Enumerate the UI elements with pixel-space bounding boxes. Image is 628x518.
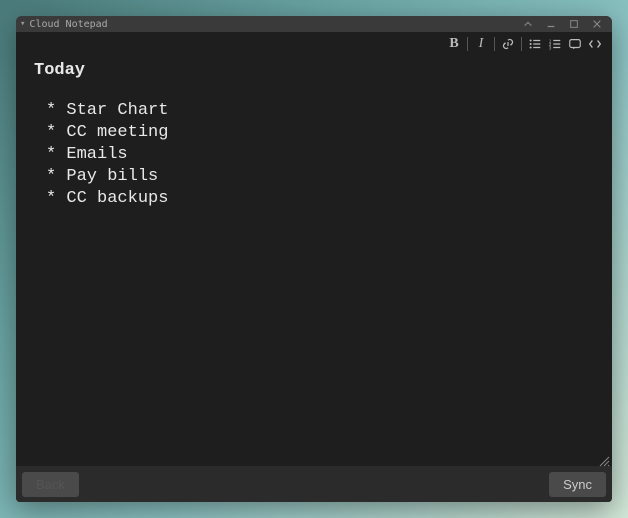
link-button[interactable] [499,35,517,53]
toolbar-separator [521,37,522,51]
footer-bar: Back Sync [16,466,612,502]
bullet: * [46,167,66,186]
format-toolbar: B I 123 [16,32,612,56]
unordered-list-button[interactable] [526,35,544,53]
titlebar-left: ▾ Cloud Notepad [20,19,108,30]
dropdown-arrow-icon[interactable]: ▾ [20,19,25,29]
maximize-button[interactable] [563,17,585,31]
app-window: ▾ Cloud Notepad B I [16,16,612,502]
item-text: CC backups [66,189,168,208]
editor-area[interactable]: Today * Star Chart * CC meeting * Emails… [16,56,612,466]
list-item: * CC backups [34,188,594,210]
italic-button[interactable]: I [472,35,490,53]
item-text: Pay bills [66,167,158,186]
heading-text: Today [34,60,594,82]
close-button[interactable] [586,17,608,31]
item-text: Emails [66,145,127,164]
bullet: * [46,101,66,120]
list-item: * Emails [34,144,594,166]
titlebar: ▾ Cloud Notepad [16,16,612,32]
window-title: Cloud Notepad [29,19,107,30]
code-button[interactable] [586,35,604,53]
svg-text:3: 3 [549,45,552,50]
list-item: * CC meeting [34,122,594,144]
bold-button[interactable]: B [445,35,463,53]
list-item: * Star Chart [34,100,594,122]
item-text: CC meeting [66,123,168,142]
sync-button[interactable]: Sync [549,472,606,497]
bullet: * [46,189,66,208]
quote-button[interactable] [566,35,584,53]
bullet: * [46,123,66,142]
bullet: * [46,145,66,164]
minimize-button[interactable] [540,17,562,31]
toolbar-separator [494,37,495,51]
titlebar-controls [517,17,608,31]
back-button[interactable]: Back [22,472,79,497]
toolbar-separator [467,37,468,51]
list-item: * Pay bills [34,166,594,188]
item-text: Star Chart [66,101,168,120]
resize-grip-icon[interactable] [598,454,610,466]
shade-button[interactable] [517,17,539,31]
ordered-list-button[interactable]: 123 [546,35,564,53]
